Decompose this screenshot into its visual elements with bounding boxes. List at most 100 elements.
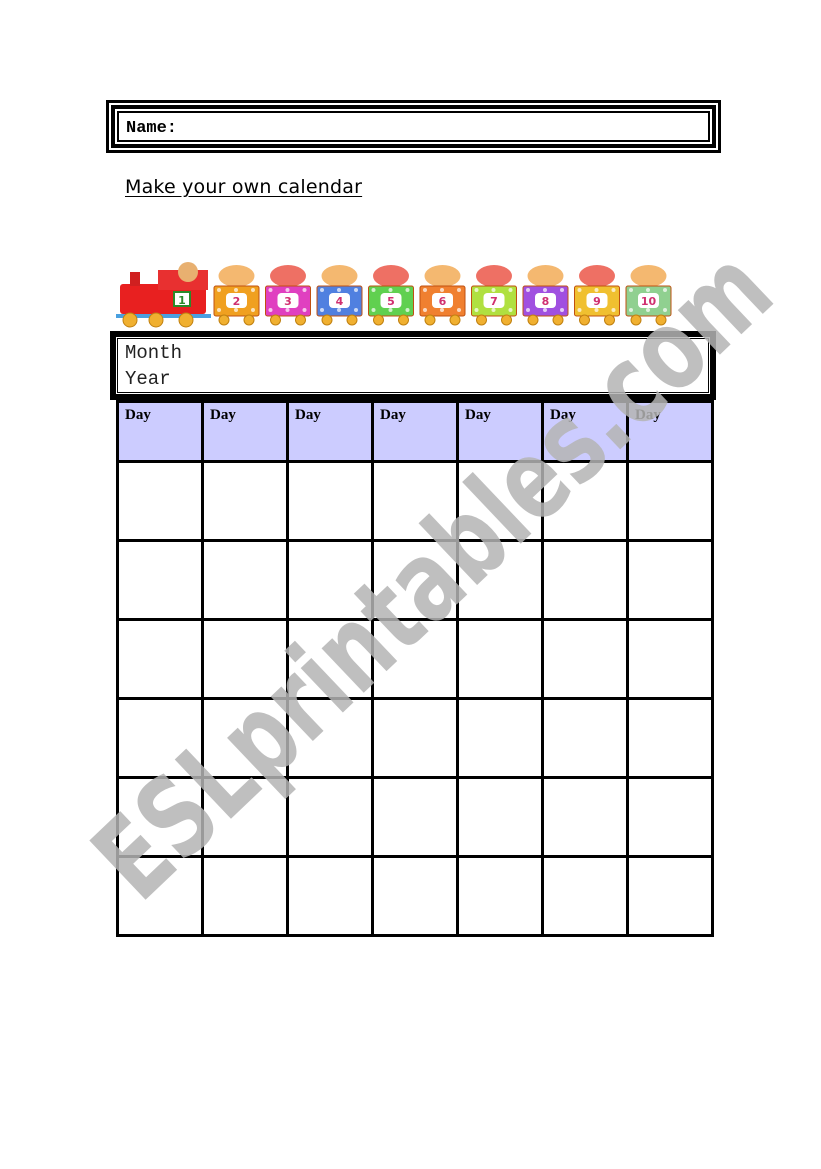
day-header: Day [116, 400, 204, 463]
wagon-dot [423, 288, 427, 292]
car-number: 7 [490, 295, 498, 308]
wheel-icon [243, 314, 255, 326]
bear-icon [178, 262, 198, 282]
calendar-day-cell [201, 697, 289, 779]
wagon-dot [611, 288, 616, 292]
calendar-day-cell [201, 618, 289, 700]
wagon-dot [646, 308, 650, 312]
calendar-day-cell [286, 697, 374, 779]
calendar-day-cell [456, 460, 544, 542]
calendar-week-row [116, 539, 714, 621]
month-year-box: Month Year [110, 331, 716, 400]
calendar-day-cell [371, 460, 459, 542]
calendar-week-row [116, 460, 714, 542]
wheel-icon [270, 314, 281, 326]
wagon-dot [405, 288, 410, 292]
wheel-icon [346, 314, 358, 326]
wagon-dot [440, 288, 444, 292]
wheel-icon [295, 314, 306, 326]
wagon-dot [629, 308, 633, 312]
calendar-day-cell [626, 539, 714, 621]
wagon-dot [543, 308, 547, 312]
car-number: 5 [387, 295, 395, 308]
car-number: 9 [593, 295, 601, 308]
wagon-dot [594, 288, 599, 292]
wagon-dot [337, 288, 341, 292]
wagon-dot [234, 288, 238, 292]
wagon-dot [663, 308, 667, 312]
wagon-dot [268, 288, 273, 292]
wagon-dot [560, 308, 564, 312]
wagon-dot [251, 308, 255, 312]
calendar-day-cell [456, 855, 544, 937]
wagon-dot [302, 308, 307, 312]
wagon-dot [594, 308, 599, 312]
wagon-dot [457, 288, 461, 292]
calendar-day-cell [201, 855, 289, 937]
calendar-day-cell [286, 855, 374, 937]
calendar-day-cell [116, 776, 204, 858]
wagon-dot [663, 288, 667, 292]
wagon-dot [646, 288, 650, 292]
wagon-dot [354, 308, 358, 312]
calendar-day-cell [456, 539, 544, 621]
wagon-dot [251, 288, 255, 292]
wheel-icon [148, 312, 164, 328]
wheel-icon [604, 314, 615, 326]
wagon-dot [440, 308, 444, 312]
calendar-day-cell [116, 539, 204, 621]
wagon-dot [508, 308, 513, 312]
car-number: 2 [233, 295, 241, 308]
day-header: Day [626, 400, 714, 463]
wagon-dot [371, 308, 376, 312]
calendar-day-cell [541, 855, 629, 937]
calendar-day-cell [201, 460, 289, 542]
wagon-dot [457, 308, 461, 312]
wagon-dot [474, 288, 479, 292]
calendar-day-cell [626, 618, 714, 700]
wagon-dot [423, 308, 427, 312]
wagon-dot [320, 308, 324, 312]
wagon-dot [560, 288, 564, 292]
wagon-dot [577, 308, 582, 312]
calendar-day-cell [541, 618, 629, 700]
wagon-dot [491, 288, 496, 292]
wagon-dot [491, 308, 496, 312]
wagon-cargo-icon [218, 265, 255, 287]
calendar-day-cell [201, 539, 289, 621]
calendar-day-cell [626, 776, 714, 858]
day-header: Day [201, 400, 289, 463]
calendar-day-cell [626, 855, 714, 937]
calendar-day-cell [116, 618, 204, 700]
wagon-cargo-icon [476, 265, 512, 287]
wagon-dot [388, 288, 393, 292]
wagon-dot [611, 308, 616, 312]
wheel-icon [476, 314, 487, 326]
wagon-dot [234, 308, 238, 312]
car-number: 10 [641, 295, 657, 308]
name-label: Name: [126, 119, 178, 138]
calendar-day-cell [371, 697, 459, 779]
wheel-icon [655, 314, 667, 326]
wagon-dot [388, 308, 393, 312]
year-label: Year [125, 368, 171, 390]
calendar-day-cell [456, 776, 544, 858]
calendar-day-cell [286, 618, 374, 700]
wagon-cargo-icon [527, 265, 564, 287]
calendar-day-cell [626, 460, 714, 542]
wagon-dot [354, 288, 358, 292]
wagon-dot [217, 308, 221, 312]
train-banner-illustration: 1 2 3 4 5 6 7 8 9 10 [116, 262, 672, 328]
day-header: Day [371, 400, 459, 463]
car-number: 8 [542, 295, 550, 308]
day-header: Day [541, 400, 629, 463]
calendar-grid: Day Day Day Day Day Day Day [116, 400, 714, 937]
calendar-day-cell [371, 776, 459, 858]
car-number: 3 [284, 295, 292, 308]
wagon-cargo-icon [321, 265, 358, 287]
wheel-icon [449, 314, 461, 326]
wagon-dot [320, 288, 324, 292]
car-number: 6 [439, 295, 447, 308]
wagon-dot [526, 308, 530, 312]
wheel-icon [630, 314, 642, 326]
